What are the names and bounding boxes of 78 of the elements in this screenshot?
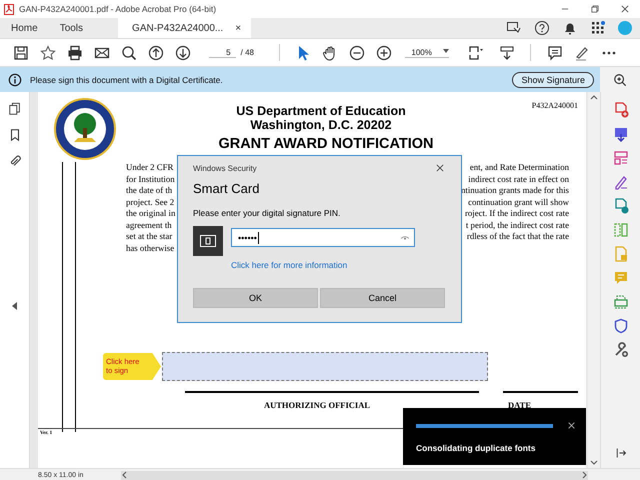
- zoom-field[interactable]: 100%: [405, 48, 450, 58]
- document-plus-icon[interactable]: [612, 102, 628, 118]
- star-icon[interactable]: [40, 44, 56, 60]
- body-text: continuation grant will show: [468, 196, 569, 208]
- body-text: the date of th: [126, 185, 172, 196]
- header-line: Washington, D.C. 20202: [249, 118, 393, 132]
- body-text: the original in: [126, 208, 176, 220]
- toast-message: Consolidating duplicate fonts: [416, 443, 536, 453]
- body-text: ntinuation grants made for this: [461, 185, 569, 196]
- more-info-link[interactable]: Click here for more information: [231, 260, 348, 270]
- zoom-out-icon[interactable]: [348, 44, 365, 60]
- highlighter-icon[interactable]: [574, 44, 590, 60]
- horizontal-scrollbar[interactable]: [121, 470, 588, 480]
- window-title: GAN-P432A240001.pdf - Adobe Acrobat Pro (64-bit): [19, 4, 218, 14]
- collapse-left-icon[interactable]: [11, 300, 18, 312]
- document-add-icon[interactable]: [612, 198, 628, 214]
- zoom-in-icon[interactable]: [376, 44, 392, 60]
- body-text: set at the star: [126, 231, 172, 242]
- body-text: t period, the indirect cost rate: [466, 220, 569, 231]
- cancel-button[interactable]: Cancel: [320, 288, 445, 308]
- pen-icon[interactable]: [612, 174, 628, 190]
- help-icon[interactable]: [534, 20, 550, 36]
- header-line: US Department of Education: [235, 104, 407, 118]
- scanner-icon[interactable]: [612, 294, 628, 310]
- smart-card-icon: [193, 226, 223, 256]
- ok-button[interactable]: OK: [193, 288, 318, 308]
- body-text: roject. If the indirect cost rate: [464, 208, 569, 220]
- close-icon[interactable]: [620, 4, 630, 14]
- pin-field[interactable]: ••••••: [231, 228, 415, 247]
- close-icon[interactable]: [567, 421, 576, 430]
- body-text: ent, and Rate Determination: [470, 162, 569, 174]
- layout-icon[interactable]: [612, 150, 628, 166]
- page-number-field[interactable]: 5: [208, 48, 236, 58]
- document-number: P432A240001: [530, 100, 578, 112]
- page-total: / 48: [240, 48, 255, 57]
- dialog-title: Smart Card: [193, 181, 260, 196]
- tab[interactable]: Tools: [48, 18, 94, 38]
- dialog-caption: Windows Security: [193, 164, 257, 172]
- pages-icon[interactable]: [8, 102, 22, 116]
- shield-icon[interactable]: [612, 318, 628, 334]
- signer-label: AUTHORIZING OFFICIAL: [262, 400, 372, 410]
- tab[interactable]: Home: [0, 18, 49, 38]
- show-signature-button[interactable]: Show Signature: [512, 72, 594, 88]
- zoom-in-icon[interactable]: [613, 72, 627, 86]
- body-text: Under 2 CFR: [126, 162, 174, 174]
- dialog-prompt: Please enter your digital signature PIN.: [193, 208, 342, 218]
- tab-close-button[interactable]: ×: [235, 22, 242, 34]
- apps-grid-icon[interactable]: [590, 20, 606, 36]
- body-text: has otherwise: [126, 242, 174, 254]
- document-title: GRANT AWARD NOTIFICATION: [217, 136, 435, 154]
- scroll-right-icon[interactable]: [582, 471, 588, 479]
- signature-field[interactable]: [162, 352, 488, 381]
- body-text: agreement th: [126, 220, 172, 231]
- wrench-icon[interactable]: [612, 342, 628, 358]
- vertical-scrollbar[interactable]: [588, 92, 600, 468]
- seal-drawing: [54, 98, 116, 160]
- expand-panel-icon[interactable]: [614, 447, 626, 459]
- scroll-down-icon[interactable]: [590, 460, 598, 466]
- body-text: project. See 2: [126, 196, 174, 208]
- scroll-mode-icon[interactable]: [498, 44, 515, 60]
- save-icon[interactable]: [13, 44, 30, 60]
- tab[interactable]: GAN-P432A24000... ×: [118, 18, 252, 38]
- caret-icon: [443, 48, 450, 54]
- date-label: DATE: [507, 400, 532, 410]
- scroll-up-icon[interactable]: [590, 94, 598, 100]
- print-icon[interactable]: [67, 44, 84, 60]
- search-icon[interactable]: [121, 44, 138, 60]
- close-icon[interactable]: [435, 163, 445, 173]
- body-text: indirect cost rate in effect on: [468, 174, 569, 185]
- export-icon[interactable]: [612, 126, 628, 142]
- body-text: rdless of the fact that the rate: [466, 231, 569, 242]
- pdf-file-icon: [4, 4, 14, 14]
- comment-icon[interactable]: [546, 44, 563, 60]
- scroll-left-icon[interactable]: [121, 471, 127, 479]
- restore-icon[interactable]: [590, 4, 600, 14]
- info-icon[interactable]: [8, 72, 22, 86]
- body-text: for Institution: [126, 174, 175, 185]
- info-message: Please sign this document with a Digital Certificate.: [30, 74, 224, 84]
